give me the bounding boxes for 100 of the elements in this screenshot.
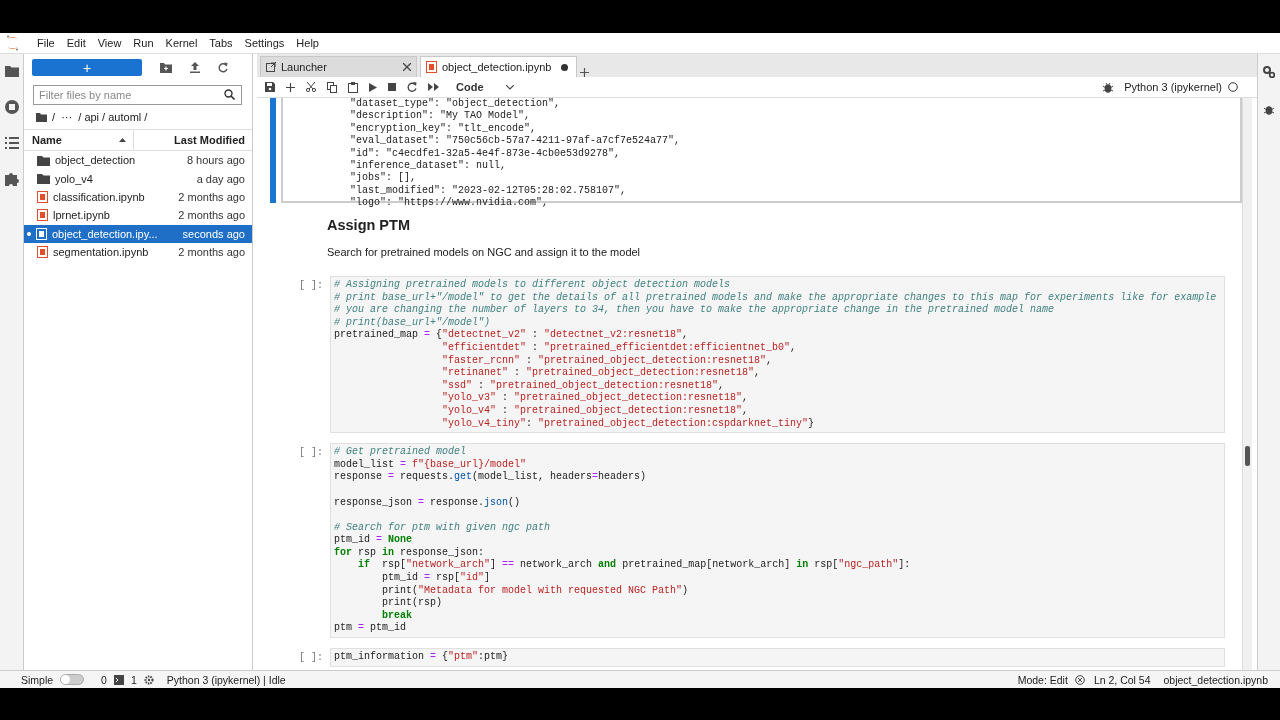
output-line: "jobs": [], bbox=[350, 172, 418, 185]
menu-item[interactable]: View bbox=[91, 37, 128, 49]
code-line: ptm_id = rsp["id"] bbox=[381, 572, 492, 585]
refresh-icon[interactable] bbox=[218, 62, 228, 73]
folder-icon[interactable] bbox=[36, 112, 47, 122]
bug-icon[interactable] bbox=[1264, 104, 1274, 115]
paste-icon[interactable] bbox=[348, 81, 358, 93]
list-icon[interactable] bbox=[4, 137, 19, 149]
gears-icon[interactable] bbox=[1263, 66, 1275, 78]
notebook-icon bbox=[37, 246, 48, 259]
tab[interactable]: Launcher bbox=[260, 56, 417, 77]
file-name: object_detection.ipy... bbox=[52, 227, 158, 240]
puzzle-icon[interactable] bbox=[4, 172, 19, 186]
save-icon[interactable] bbox=[265, 82, 275, 92]
code-line: "retinanet" : "pretrained_object_detection:resnet18", bbox=[441, 367, 762, 380]
folder-icon bbox=[37, 173, 50, 185]
kernel-count[interactable]: 1 bbox=[130, 673, 137, 686]
menu-item[interactable]: Edit bbox=[60, 37, 92, 49]
code-line: "yolo_v3" : "pretrained_object_detection:resnet18", bbox=[441, 392, 750, 405]
new-launcher-button[interactable]: + bbox=[32, 59, 142, 76]
code-line: # you are changing the number of layers to 34, then you have to make the appropriate change in the pretrained model name bbox=[334, 304, 1056, 317]
bug-icon[interactable] bbox=[1103, 81, 1114, 93]
restart-icon[interactable] bbox=[407, 82, 417, 92]
column-header[interactable]: Name bbox=[32, 134, 62, 146]
run-icon[interactable] bbox=[369, 82, 377, 92]
code-line: break bbox=[381, 609, 414, 622]
code-line: print("Metadata for model with requested NGC Path") bbox=[381, 584, 690, 597]
code-line: print(rsp) bbox=[381, 597, 444, 610]
folder-icon[interactable] bbox=[4, 65, 19, 77]
cell-type-dropdown[interactable]: Code bbox=[456, 81, 525, 93]
kernel-idle-icon bbox=[1228, 82, 1238, 92]
notebook-icon bbox=[37, 209, 48, 222]
modified-time: a day ago bbox=[196, 172, 245, 185]
file-row[interactable]: classification.ipynb 2 months ago bbox=[24, 187, 252, 207]
menu-item[interactable]: File bbox=[31, 37, 61, 49]
code-line: response = requests.get(model_list, headers=headers) bbox=[334, 471, 648, 484]
menu-item[interactable]: Help bbox=[290, 37, 325, 49]
tab[interactable]: object_detection.ipynb bbox=[420, 56, 577, 77]
output-line: "eval_dataset": "750c56cb-57a7-4211-97af-a7cf7e524a77", bbox=[350, 135, 682, 148]
notebook-icon bbox=[426, 61, 437, 73]
upload-icon[interactable] bbox=[190, 62, 200, 73]
terminal-count[interactable]: 0 bbox=[101, 673, 107, 686]
gear-icon bbox=[143, 674, 154, 685]
output-line: "dataset_type": "object_detection", bbox=[350, 98, 562, 110]
code-line: model_list = f"{base_url}/model" bbox=[334, 458, 528, 471]
add-tab-icon[interactable] bbox=[580, 68, 589, 77]
breadcrumb-path[interactable]: / ··· / api / automl / bbox=[52, 111, 148, 123]
menu-item[interactable]: Kernel bbox=[159, 37, 204, 49]
filter-field[interactable]: Filter files by name bbox=[33, 85, 242, 105]
cursor-position[interactable]: Ln 2, Col 54 bbox=[1093, 673, 1151, 686]
menu-item[interactable]: Tabs bbox=[203, 37, 239, 49]
code-line: ptm = ptm_id bbox=[334, 622, 408, 636]
kernel-status[interactable]: Python 3 (ipykernel) | Idle bbox=[166, 673, 286, 686]
folder-icon bbox=[37, 154, 50, 166]
cell-prompt: [ ]: bbox=[298, 279, 324, 293]
new-folder-icon[interactable] bbox=[160, 62, 172, 73]
notebook-icon bbox=[37, 190, 48, 203]
code-cell[interactable] bbox=[330, 276, 1225, 434]
code-line: "ssd" : "pretrained_object_detection:resnet18", bbox=[441, 379, 726, 392]
output-line: "inference_dataset": null, bbox=[350, 160, 508, 172]
code-cell[interactable]: ptm_information = {"ptm":ptm} bbox=[330, 648, 1225, 667]
file-row[interactable]: lprnet.ipynb 2 months ago bbox=[24, 206, 252, 225]
code-line: "yolo_v4_tiny": "pretrained_object_detection:cspdarknet_tiny"} bbox=[441, 417, 816, 431]
stop-circle-icon[interactable] bbox=[4, 100, 19, 114]
shield-icon bbox=[1074, 674, 1085, 685]
code-line: response_json = response.json() bbox=[334, 496, 522, 510]
mode-label: Simple bbox=[21, 673, 54, 686]
code-line: "yolo_v4" : "pretrained_object_detection:resnet18", bbox=[441, 404, 750, 418]
scrollbar-thumb[interactable] bbox=[1245, 446, 1250, 466]
file-row[interactable]: object_detection.ipy... seconds ago bbox=[24, 224, 252, 243]
editor-mode: Mode: Edit bbox=[1017, 673, 1068, 686]
file-name: object_detection bbox=[55, 154, 136, 167]
add-cell-icon[interactable] bbox=[286, 82, 295, 92]
copy-icon[interactable] bbox=[327, 81, 337, 93]
file-row[interactable]: segmentation.ipynb 2 months ago bbox=[24, 242, 252, 262]
output-line: "id": "c4ecdfe1-32a5-4e4f-873e-4cb0e53d9278", bbox=[350, 147, 622, 160]
menu-item[interactable]: Settings bbox=[238, 37, 291, 49]
launcher-icon bbox=[266, 62, 276, 72]
search-icon bbox=[224, 89, 235, 100]
code-cell[interactable] bbox=[330, 443, 1225, 639]
menu-item[interactable]: Run bbox=[127, 37, 160, 49]
fast-forward-icon[interactable] bbox=[428, 83, 439, 91]
column-header[interactable]: Last Modified bbox=[134, 130, 252, 150]
code-line: if rsp["network_arch"] == network_arch and pretrained_map[network_arch] in rsp["ngc_path"]: bbox=[357, 559, 912, 572]
file-row[interactable]: object_detection 8 hours ago bbox=[24, 151, 252, 170]
kernel-name[interactable]: Python 3 (ipykernel) bbox=[1124, 81, 1222, 93]
simple-mode-toggle[interactable] bbox=[60, 674, 85, 685]
code-line: "faster_rcnn" : "pretrained_object_detection:resnet18", bbox=[441, 354, 774, 367]
file-row[interactable]: yolo_v4 a day ago bbox=[24, 169, 252, 188]
modified-time: 2 months ago bbox=[178, 209, 245, 222]
output-line: "logo": "https://www.nvidia.com", bbox=[350, 197, 550, 210]
modified-time: 2 months ago bbox=[178, 190, 245, 203]
cut-icon[interactable] bbox=[306, 82, 316, 92]
close-icon[interactable] bbox=[403, 63, 411, 71]
code-line: for rsp in response_json: bbox=[334, 546, 486, 559]
file-name: object_detection.ipynb bbox=[1163, 673, 1268, 686]
file-name: segmentation.ipynb bbox=[53, 246, 149, 259]
modified-time: 2 months ago bbox=[178, 246, 245, 259]
output-line: "encryption_key": "tlt_encode", bbox=[350, 122, 538, 135]
scrollbar[interactable] bbox=[1242, 98, 1252, 670]
